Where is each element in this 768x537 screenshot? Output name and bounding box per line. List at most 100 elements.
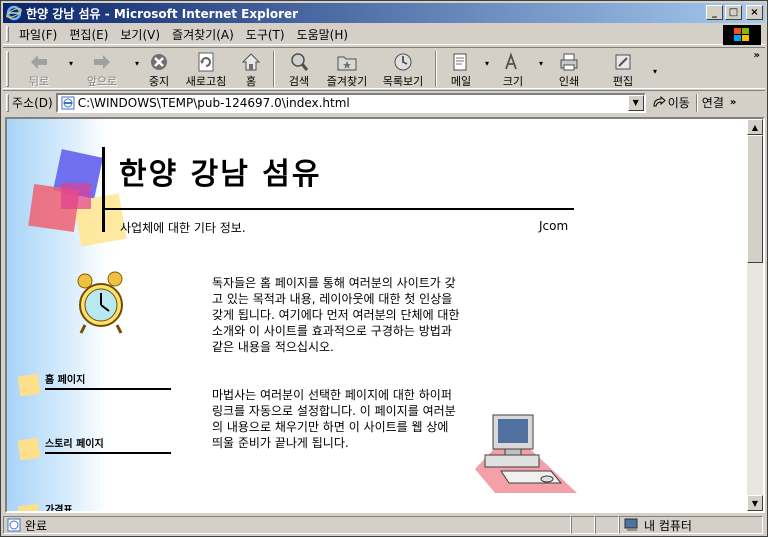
forward-arrow-icon [91,51,113,72]
address-bar-grip[interactable] [6,93,9,112]
close-button[interactable]: × [746,5,763,20]
back-arrow-icon [28,51,50,72]
page-done-icon [7,518,21,532]
page-icon [61,96,75,109]
address-input[interactable]: C:\WINDOWS\TEMP\pub-124697.0\index.html … [55,92,646,113]
toolbar-grip[interactable] [6,51,9,87]
address-label: 주소(D) [12,96,53,110]
links-separator [695,93,698,112]
window-title: 한양 강남 섬유 - Microsoft Internet Explorer [26,6,299,21]
alarm-clock-icon [77,271,123,334]
menu-file[interactable]: 파일(F) [13,26,63,43]
history-button[interactable]: 목록보기 [375,49,431,89]
print-label: 인쇄 [558,75,580,88]
size-button[interactable]: 크기 ▾ [491,49,543,89]
history-icon [392,51,414,72]
address-bar: 주소(D) C:\WINDOWS\TEMP\pub-124697.0\index… [3,90,765,114]
title-horizontal-rule [102,208,574,210]
status-bar: 완료 내 컴퓨터 [3,515,765,535]
computer-icon [475,414,577,493]
home-label: 홈 [245,75,257,88]
back-label: 뒤로 [28,75,50,88]
size-label: 크기 [502,75,524,88]
status-cell [595,516,619,534]
title-vertical-rule [102,147,105,232]
toolbar-overflow-chevron[interactable]: » [754,50,760,61]
security-zone-cell: 내 컴퓨터 [619,516,763,534]
favorites-folder-icon [336,51,358,72]
status-text: 완료 [25,518,48,533]
menu-bar: 파일(F) 편집(E) 보기(V) 즐겨찾기(A) 도구(T) 도움말(H) [3,24,765,45]
nav-item-story[interactable]: 스토리 페이지 [17,435,171,461]
chevron-down-icon[interactable]: ▾ [539,59,543,68]
edit-icon [612,51,634,72]
go-button[interactable]: 이동 [652,94,690,111]
search-icon [288,51,310,72]
go-label: 이동 [667,96,690,110]
browser-window: 한양 강남 섬유 - Microsoft Internet Explorer _… [0,0,768,537]
forward-button[interactable]: 앞으로 ▾ [73,49,139,89]
internet-explorer-icon [6,5,22,21]
chevron-down-icon[interactable]: ▾ [485,59,489,68]
go-arrow-icon [653,95,666,106]
scroll-up-button[interactable]: ▲ [747,119,763,135]
home-button[interactable]: 홈 [233,49,269,89]
page-title: 한양 강남 섬유 [119,157,322,192]
chevron-down-icon[interactable]: ▼ [627,94,644,111]
nav-bullet-square [17,373,41,397]
menu-tools[interactable]: 도구(T) [240,26,291,43]
menu-edit[interactable]: 편집(E) [63,26,114,43]
intro-paragraph: 독자들은 홈 페이지를 통해 여러분의 사이트가 갖고 있는 목적과 내용, 레… [212,276,460,354]
menu-view[interactable]: 보기(V) [114,26,166,43]
nav-item-pricelist[interactable]: 가격표 [17,501,171,511]
search-button[interactable]: 검색 [279,49,319,89]
nav-label-home[interactable]: 홈 페이지 [45,371,85,386]
scroll-thumb[interactable] [747,135,763,263]
nav-bullet-square [17,503,41,511]
links-overflow-chevron[interactable]: » [730,97,736,108]
stop-button[interactable]: 중지 [139,49,179,89]
page-subtitle: 사업체에 대한 기타 정보. [120,221,246,235]
nav-underline [45,388,171,390]
title-bar[interactable]: 한양 강남 섬유 - Microsoft Internet Explorer _… [3,3,765,23]
toolbar-separator [435,51,437,87]
nav-label-story[interactable]: 스토리 페이지 [45,435,104,450]
menu-help[interactable]: 도움말(H) [291,26,355,43]
edit-label: 편집 [612,75,634,88]
links-button[interactable]: 연결 [702,94,724,111]
stop-icon [148,51,170,72]
edit-button[interactable]: 편집 [601,49,645,89]
standard-toolbar: 뒤로 ▾ 앞으로 ▾ 중지 새로고침 홈 검색 즐겨찾기 목록보기 메일 ▾ 크… [3,47,765,89]
address-value: C:\WINDOWS\TEMP\pub-124697.0\index.html [77,95,350,110]
search-label: 검색 [288,75,310,88]
chevron-down-icon[interactable]: ▾ [653,67,657,76]
mail-label: 메일 [450,75,472,88]
back-button[interactable]: 뒤로 ▾ [13,49,73,89]
favorites-button[interactable]: 즐겨찾기 [319,49,375,89]
minimize-button[interactable]: _ [706,5,723,20]
menu-bar-grip[interactable] [6,26,9,42]
refresh-label: 새로고침 [185,75,227,88]
printer-icon [558,51,580,72]
print-button[interactable]: 인쇄 [545,49,593,89]
nav-bullet-square [17,437,41,461]
nav-label-pricelist[interactable]: 가격표 [45,501,73,511]
my-computer-icon [624,518,638,531]
nav-underline [45,452,171,454]
home-icon [240,51,262,72]
menu-favorites[interactable]: 즐겨찾기(A) [166,26,240,43]
refresh-button[interactable]: 새로고침 [179,49,233,89]
vertical-scrollbar[interactable]: ▲ ▼ [747,119,763,511]
status-text-cell: 완료 [3,516,571,534]
windows-logo [723,25,761,45]
mail-button[interactable]: 메일 ▾ [441,49,489,89]
web-page: 한양 강남 섬유 사업체에 대한 기타 정보. Jcom 독자들은 홈 페이지를… [7,119,747,511]
maximize-button[interactable]: □ [725,5,742,20]
scroll-down-button[interactable]: ▼ [747,495,763,511]
page-viewport: 한양 강남 섬유 사업체에 대한 기타 정보. Jcom 독자들은 홈 페이지를… [5,117,765,513]
forward-label: 앞으로 [86,75,118,88]
nav-item-home[interactable]: 홈 페이지 [17,371,171,397]
history-label: 목록보기 [382,75,424,88]
company-name: Jcom [539,219,569,233]
status-cell [571,516,595,534]
